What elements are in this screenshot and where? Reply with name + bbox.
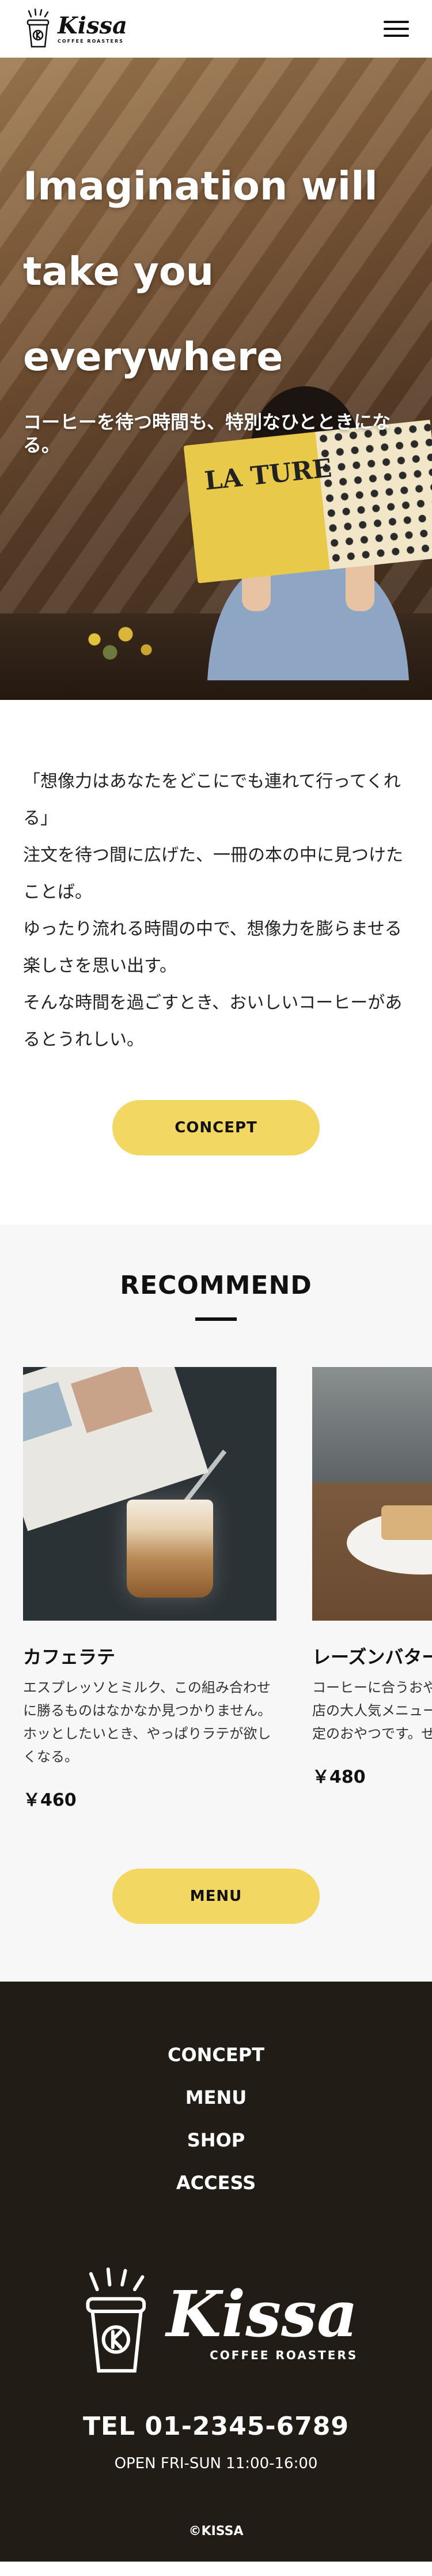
menu-card-raisin-butter-sand[interactable]: レーズンバターサンド コーヒーに合うおやつとして生まれた当店の大人気メニュー。数… (312, 1367, 432, 1811)
menu-button[interactable]: MENU (112, 1869, 320, 1924)
menu-item-description: エスプレッソとミルク、この組み合わせに勝るものはなかなか見つかりません。ホッとし… (23, 1679, 272, 1765)
hero-flowers-image (63, 613, 167, 665)
footer-link-menu[interactable]: MENU (23, 2076, 409, 2119)
concept-button[interactable]: CONCEPT (112, 1100, 320, 1155)
title-underline (195, 1317, 237, 1321)
site-header: Kissa COFFEE ROASTERS (0, 0, 432, 58)
hero-title: Imagination will take you everywhere (23, 164, 378, 380)
coffee-cup-logo-icon (86, 2268, 146, 2373)
menu-item-name: カフェラテ (23, 1646, 116, 1668)
menu-item-description: コーヒーに合うおやつとして生まれた当店の大人気メニュー。数量・季節共に限定のおや… (312, 1679, 432, 1742)
recommend-carousel[interactable]: カフェラテ エスプレッソとミルク、この組み合わせに勝るものはなかなか見つかりませ… (0, 1367, 432, 1811)
header-logo[interactable]: Kissa COFFEE ROASTERS (23, 9, 127, 49)
menu-item-price: ￥460 (23, 1790, 77, 1810)
cafe-latte-photo (23, 1367, 276, 1621)
hero-subtitle: コーヒーを待つ時間も、特別なひとときになる。 (23, 411, 391, 456)
footer-nav: CONCEPT MENU SHOP ACCESS (23, 2033, 409, 2204)
footer-logo-word: Kissa (166, 2277, 358, 2351)
menu-item-price: ￥480 (312, 1767, 366, 1787)
site-footer: CONCEPT MENU SHOP ACCESS Kissa COFFEE RO… (0, 1982, 432, 2562)
recommend-section: RECOMMEND カフェラテ エスプレッソとミルク、この組み合わせに勝るものは… (0, 1225, 432, 1982)
footer-telephone[interactable]: TEL 01-2345-6789 (23, 2412, 409, 2441)
recommend-title: RECOMMEND (120, 1271, 312, 1300)
footer-logo: Kissa COFFEE ROASTERS (23, 2268, 409, 2377)
footer-link-access[interactable]: ACCESS (23, 2161, 409, 2204)
hero-book-text: LA TURE (203, 453, 334, 496)
header-logo-word: Kissa (58, 12, 127, 39)
hero-section: LA TURE Imagination will take you everyw… (0, 58, 432, 700)
footer-link-concept[interactable]: CONCEPT (23, 2033, 409, 2076)
raisin-butter-sand-photo (312, 1367, 432, 1621)
menu-card-cafe-latte[interactable]: カフェラテ エスプレッソとミルク、この組み合わせに勝るものはなかなか見つかりませ… (23, 1367, 276, 1811)
concept-section: 「想像力はあなたをどこにでも連れて行ってくれる」 注文を待つ間に広げた、一冊の本… (0, 700, 432, 1225)
concept-paragraph: 注文を待つ間に広げた、一冊の本の中に見つけたことば。 (23, 845, 403, 902)
concept-paragraph: そんな時間を過ごすとき、おいしいコーヒーがあるとうれしい。 (23, 993, 403, 1050)
menu-hamburger-icon[interactable] (384, 18, 409, 39)
menu-item-name: レーズンバターサンド (312, 1646, 432, 1668)
concept-paragraph: 「想像力はあなたをどこにでも連れて行ってくれる」 (23, 771, 401, 828)
footer-link-shop[interactable]: SHOP (23, 2119, 409, 2161)
coffee-cup-logo-icon (26, 9, 50, 48)
concept-paragraph: ゆったり流れる時間の中で、想像力を膨らませる楽しさを思い出す。 (23, 919, 402, 976)
footer-copyright: ©KISSA (188, 2524, 244, 2539)
header-logo-sub: COFFEE ROASTERS (58, 38, 124, 44)
footer-opening-hours: OPEN FRI-SUN 11:00-16:00 (114, 2455, 318, 2472)
